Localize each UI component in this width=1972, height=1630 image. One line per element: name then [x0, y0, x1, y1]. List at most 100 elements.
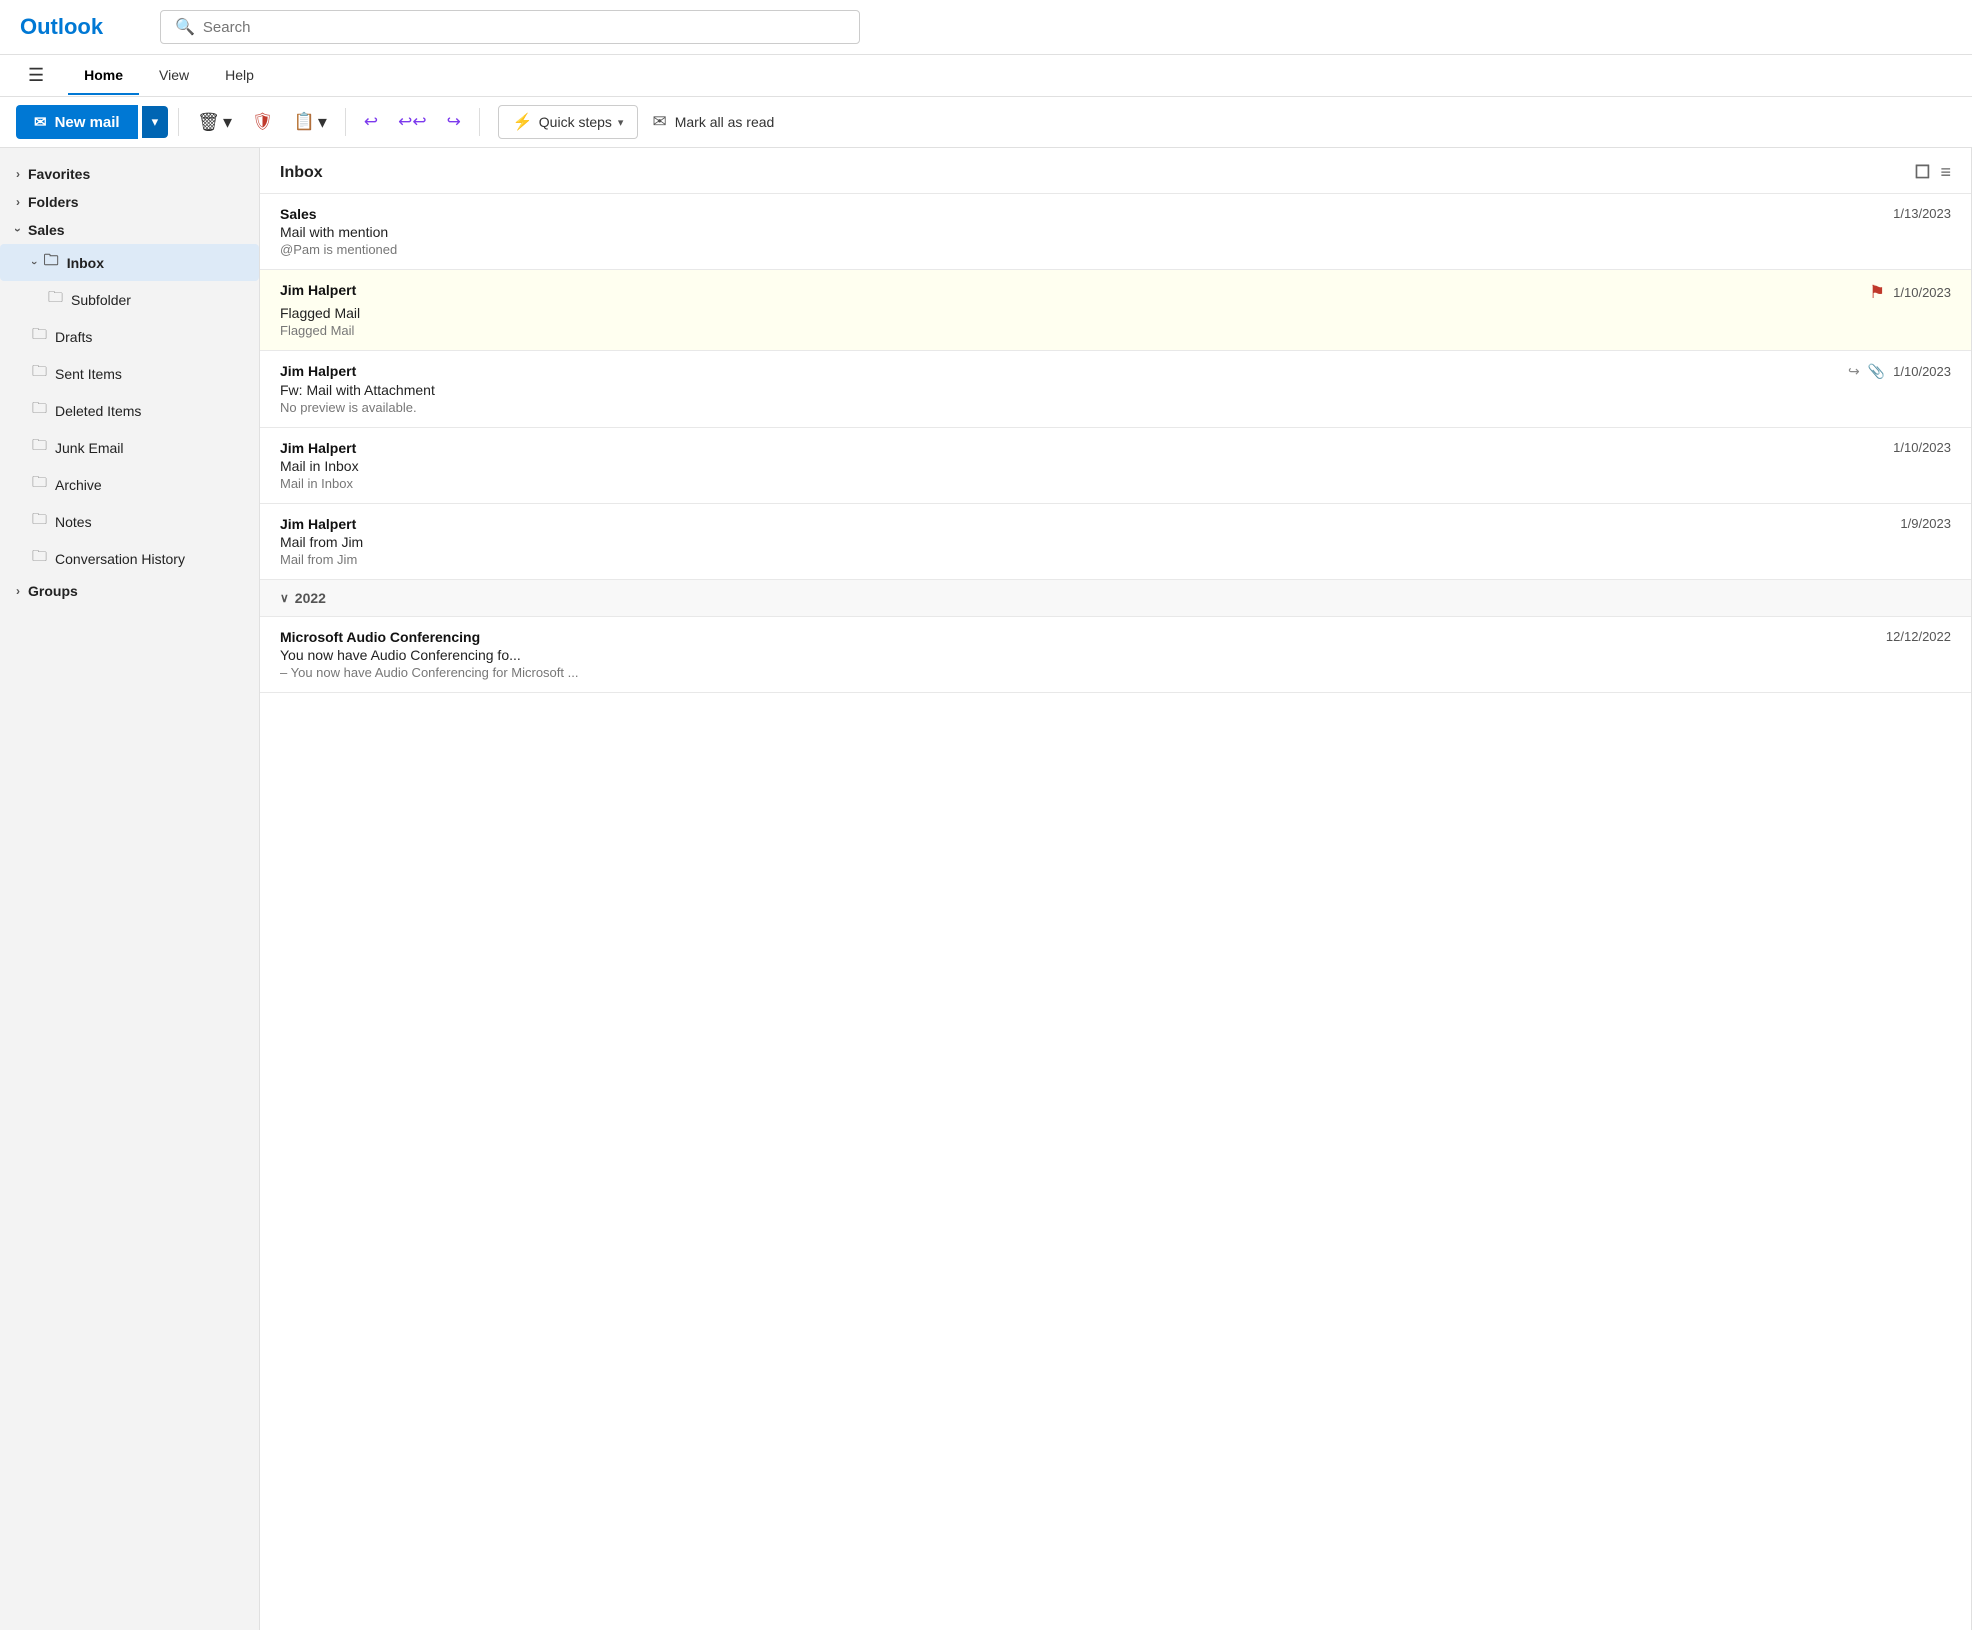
- sidebar-item-sent[interactable]: 🗀 Sent Items: [0, 355, 259, 392]
- search-bar[interactable]: 🔍: [160, 10, 860, 44]
- notes-folder-icon: 🗀: [32, 509, 47, 534]
- email-sender: Jim Halpert: [280, 516, 356, 532]
- email-subject: Flagged Mail: [280, 305, 1951, 321]
- inbox-label: Inbox: [67, 255, 104, 271]
- delete-dropdown-arrow: ▾: [223, 112, 232, 133]
- top-header: Outlook 🔍: [0, 0, 1972, 55]
- email-list-header: Inbox ☐ ≡: [260, 148, 1971, 194]
- junk-button[interactable]: 🛡: [244, 106, 282, 138]
- email-sender: Jim Halpert: [280, 440, 356, 456]
- nav-tabs: ☰ Home View Help: [0, 55, 1972, 97]
- new-mail-button[interactable]: ✉ New mail: [16, 105, 138, 139]
- email-date: 1/13/2023: [1893, 206, 1951, 221]
- mark-all-read-button[interactable]: ✉ Mark all as read: [642, 106, 784, 138]
- email-sender: Jim Halpert: [280, 282, 356, 298]
- sidebar-groups[interactable]: › Groups: [0, 577, 259, 605]
- sidebar-item-archive[interactable]: 🗀 Archive: [0, 466, 259, 503]
- sidebar-sales[interactable]: › Sales: [0, 216, 259, 244]
- delete-button[interactable]: 🗑 ▾: [189, 106, 240, 139]
- sidebar-item-subfolder[interactable]: 🗀 Subfolder: [0, 281, 259, 318]
- email-list-title: Inbox: [280, 164, 323, 182]
- reply-icon: ↩: [364, 112, 378, 132]
- new-mail-label: New mail: [55, 114, 120, 131]
- email-sender: Jim Halpert: [280, 363, 356, 379]
- search-input[interactable]: [203, 19, 845, 36]
- mark-read-label: Mark all as read: [675, 114, 775, 130]
- search-icon: 🔍: [175, 17, 195, 37]
- sidebar-item-inbox[interactable]: › 🗀 Inbox: [0, 244, 259, 281]
- email-row[interactable]: Jim Halpert ↪ 📎 1/10/2023 Fw: Mail with …: [260, 351, 1971, 428]
- main-layout: › Favorites › Folders › Sales › 🗀 Inbox …: [0, 148, 1972, 1630]
- sidebar: › Favorites › Folders › Sales › 🗀 Inbox …: [0, 148, 260, 1630]
- subfolder-label: Subfolder: [71, 292, 131, 308]
- email-preview: Flagged Mail: [280, 323, 1951, 338]
- favorites-chevron-icon: ›: [16, 167, 20, 181]
- inbox-folder-icon: 🗀: [44, 250, 59, 275]
- attachment-icon: 📎: [1868, 363, 1885, 380]
- sidebar-item-drafts[interactable]: 🗀 Drafts: [0, 318, 259, 355]
- filter-icon[interactable]: ≡: [1940, 162, 1951, 183]
- section-chevron-icon: ∨: [280, 591, 289, 605]
- reply-all-icon: ↩↩: [398, 112, 427, 132]
- quick-steps-button[interactable]: ⚡ Quick steps ▾: [498, 105, 639, 139]
- move-button[interactable]: 📋 ▾: [286, 106, 335, 139]
- email-preview: @Pam is mentioned: [280, 242, 1951, 257]
- flag-icon: ⚑: [1869, 282, 1885, 303]
- reply-all-button[interactable]: ↩↩: [390, 106, 435, 138]
- tab-home[interactable]: Home: [68, 57, 139, 95]
- view-toggle-icon[interactable]: ☐: [1914, 162, 1930, 183]
- toolbar: ✉ New mail ▾ 🗑 ▾ 🛡 📋 ▾ ↩ ↩↩ ↪ ⚡ Quick st…: [0, 97, 1972, 148]
- forward-indicator-icon: ↪: [1848, 363, 1860, 380]
- app-title: Outlook: [20, 14, 140, 40]
- archive-folder-icon: 🗀: [32, 472, 47, 497]
- favorites-label: Favorites: [28, 166, 90, 182]
- email-row[interactable]: Microsoft Audio Conferencing 12/12/2022 …: [260, 617, 1971, 693]
- junk-folder-icon: 🗀: [32, 435, 47, 460]
- sent-folder-icon: 🗀: [32, 361, 47, 386]
- email-subject: Mail with mention: [280, 224, 1951, 240]
- email-row[interactable]: Sales 1/13/2023 Mail with mention @Pam i…: [260, 194, 1971, 270]
- email-preview: – You now have Audio Conferencing for Mi…: [280, 665, 1951, 680]
- drafts-folder-icon: 🗀: [32, 324, 47, 349]
- reply-button[interactable]: ↩: [356, 106, 386, 138]
- groups-chevron-icon: ›: [16, 584, 20, 598]
- sales-chevron-icon: ›: [11, 228, 25, 232]
- folders-label: Folders: [28, 194, 79, 210]
- email-subject: Mail in Inbox: [280, 458, 1951, 474]
- inbox-chevron-icon: ›: [28, 261, 40, 265]
- lightning-icon: ⚡: [513, 112, 533, 132]
- sidebar-item-junk[interactable]: 🗀 Junk Email: [0, 429, 259, 466]
- email-preview: Mail from Jim: [280, 552, 1951, 567]
- quick-steps-label: Quick steps: [539, 114, 612, 130]
- email-date: 12/12/2022: [1886, 629, 1951, 644]
- forward-button[interactable]: ↪: [439, 106, 469, 138]
- junk-label: Junk Email: [55, 440, 123, 456]
- email-row[interactable]: Jim Halpert ⚑ 1/10/2023 Flagged Mail Fla…: [260, 270, 1971, 351]
- tab-help[interactable]: Help: [209, 57, 270, 95]
- email-date: 1/9/2023: [1900, 516, 1951, 531]
- email-row[interactable]: Jim Halpert 1/10/2023 Mail in Inbox Mail…: [260, 428, 1971, 504]
- mark-read-icon: ✉: [652, 112, 666, 132]
- move-dropdown-arrow: ▾: [318, 112, 327, 133]
- tab-view[interactable]: View: [143, 57, 205, 95]
- section-divider-2022[interactable]: ∨ 2022: [260, 580, 1971, 617]
- email-sender: Microsoft Audio Conferencing: [280, 629, 480, 645]
- email-date: 1/10/2023: [1893, 440, 1951, 455]
- delete-icon: 🗑: [197, 112, 220, 133]
- email-row[interactable]: Jim Halpert 1/9/2023 Mail from Jim Mail …: [260, 504, 1971, 580]
- new-mail-dropdown-button[interactable]: ▾: [142, 106, 169, 138]
- sent-label: Sent Items: [55, 366, 122, 382]
- sidebar-folders[interactable]: › Folders: [0, 188, 259, 216]
- sidebar-item-notes[interactable]: 🗀 Notes: [0, 503, 259, 540]
- hamburger-menu[interactable]: ☰: [16, 55, 56, 96]
- deleted-folder-icon: 🗀: [32, 398, 47, 423]
- toolbar-sep-3: [479, 108, 480, 136]
- email-subject: Mail from Jim: [280, 534, 1951, 550]
- sidebar-item-conv-history[interactable]: 🗀 Conversation History: [0, 540, 259, 577]
- sidebar-item-deleted[interactable]: 🗀 Deleted Items: [0, 392, 259, 429]
- sidebar-favorites[interactable]: › Favorites: [0, 160, 259, 188]
- conv-history-label: Conversation History: [55, 551, 185, 567]
- groups-label: Groups: [28, 583, 78, 599]
- sales-label: Sales: [28, 222, 65, 238]
- email-date: 1/10/2023: [1893, 364, 1951, 379]
